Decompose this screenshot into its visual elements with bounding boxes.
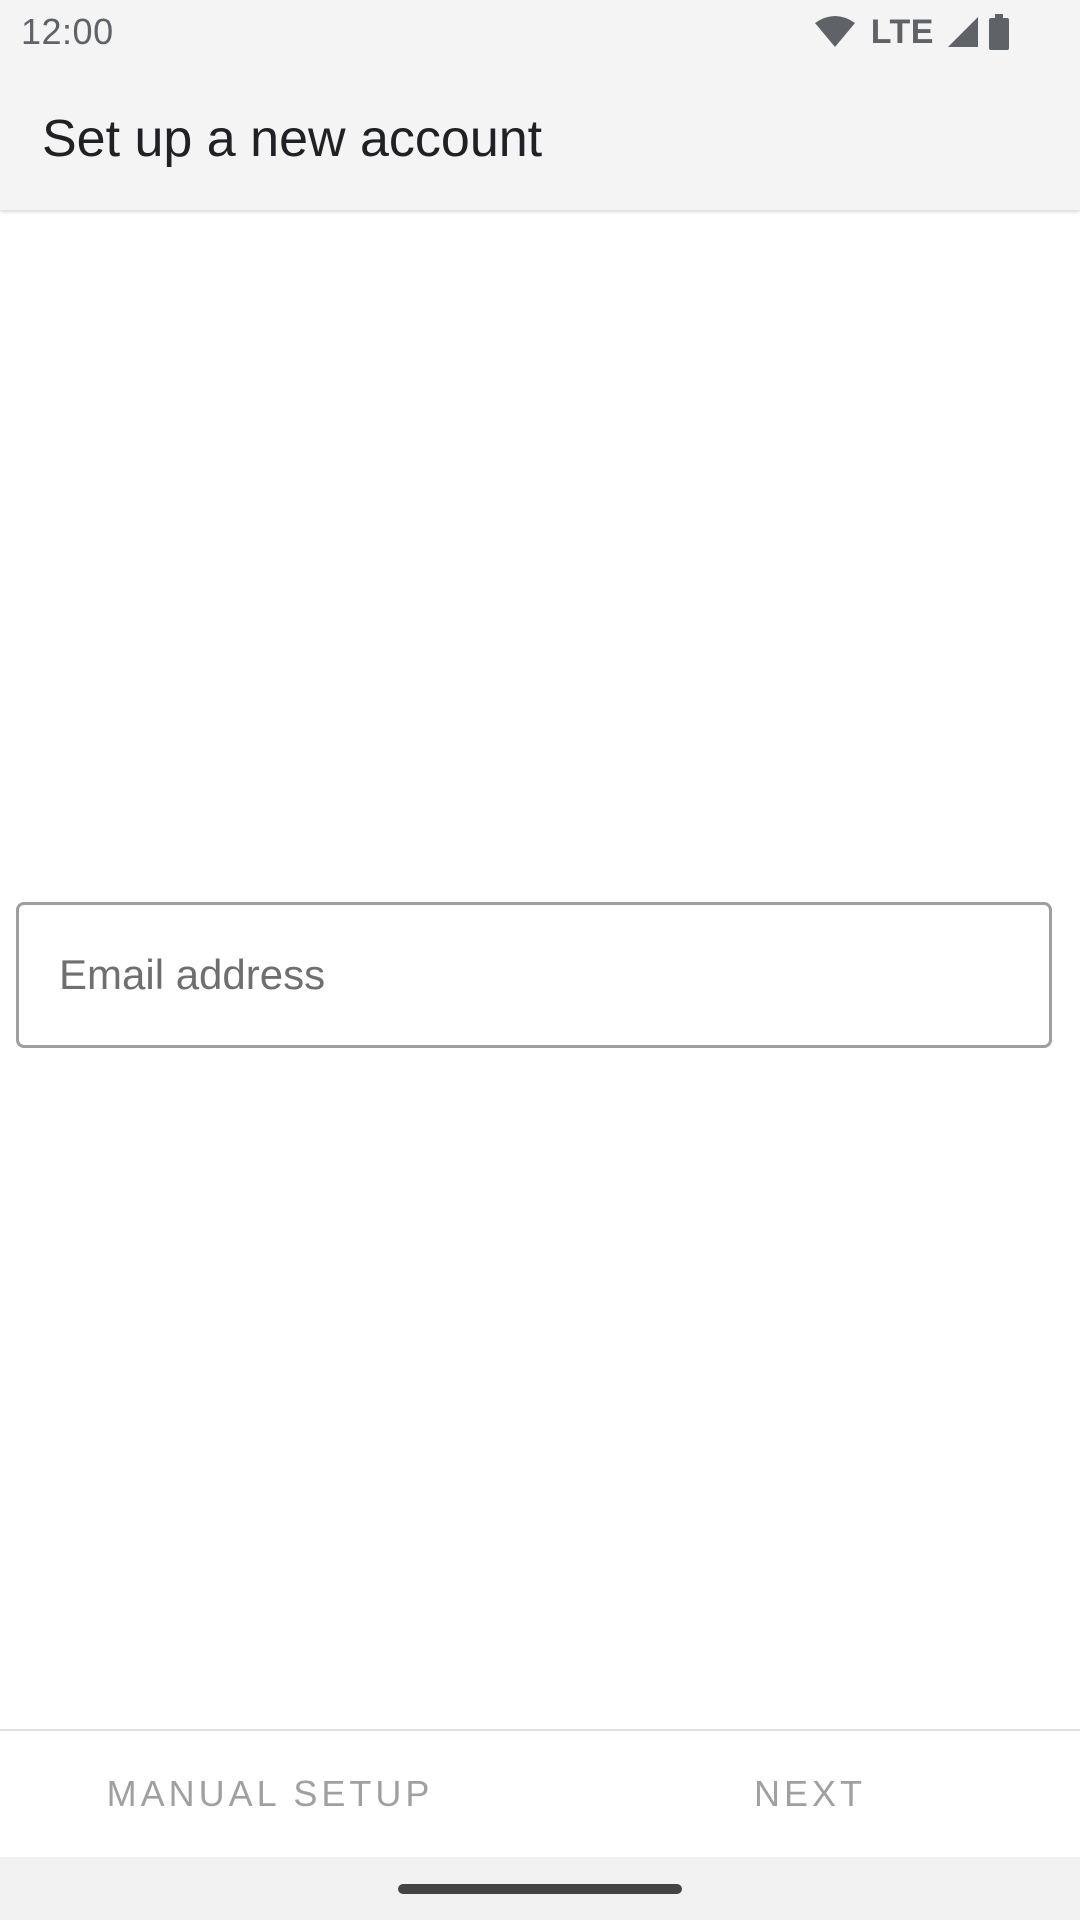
app-bar: Set up a new account (0, 63, 1080, 210)
status-time: 12:00 (21, 11, 114, 52)
battery-icon (989, 14, 1009, 50)
wifi-icon (814, 16, 855, 47)
gesture-nav-bar (0, 1857, 1080, 1920)
email-input[interactable] (59, 905, 999, 1045)
status-bar: 12:00 LTE (0, 0, 1080, 63)
status-icons: LTE (813, 12, 1010, 52)
network-type-label: LTE (870, 13, 934, 51)
bottom-action-bar: MANUAL SETUP NEXT (0, 1731, 1080, 1857)
cell-signal-icon (948, 17, 978, 47)
manual-setup-button[interactable]: MANUAL SETUP (90, 1731, 450, 1857)
next-button[interactable]: NEXT (720, 1731, 900, 1857)
email-field-container[interactable] (16, 902, 1052, 1048)
page-title: Set up a new account (42, 110, 543, 168)
home-gesture-handle[interactable] (398, 1884, 682, 1894)
